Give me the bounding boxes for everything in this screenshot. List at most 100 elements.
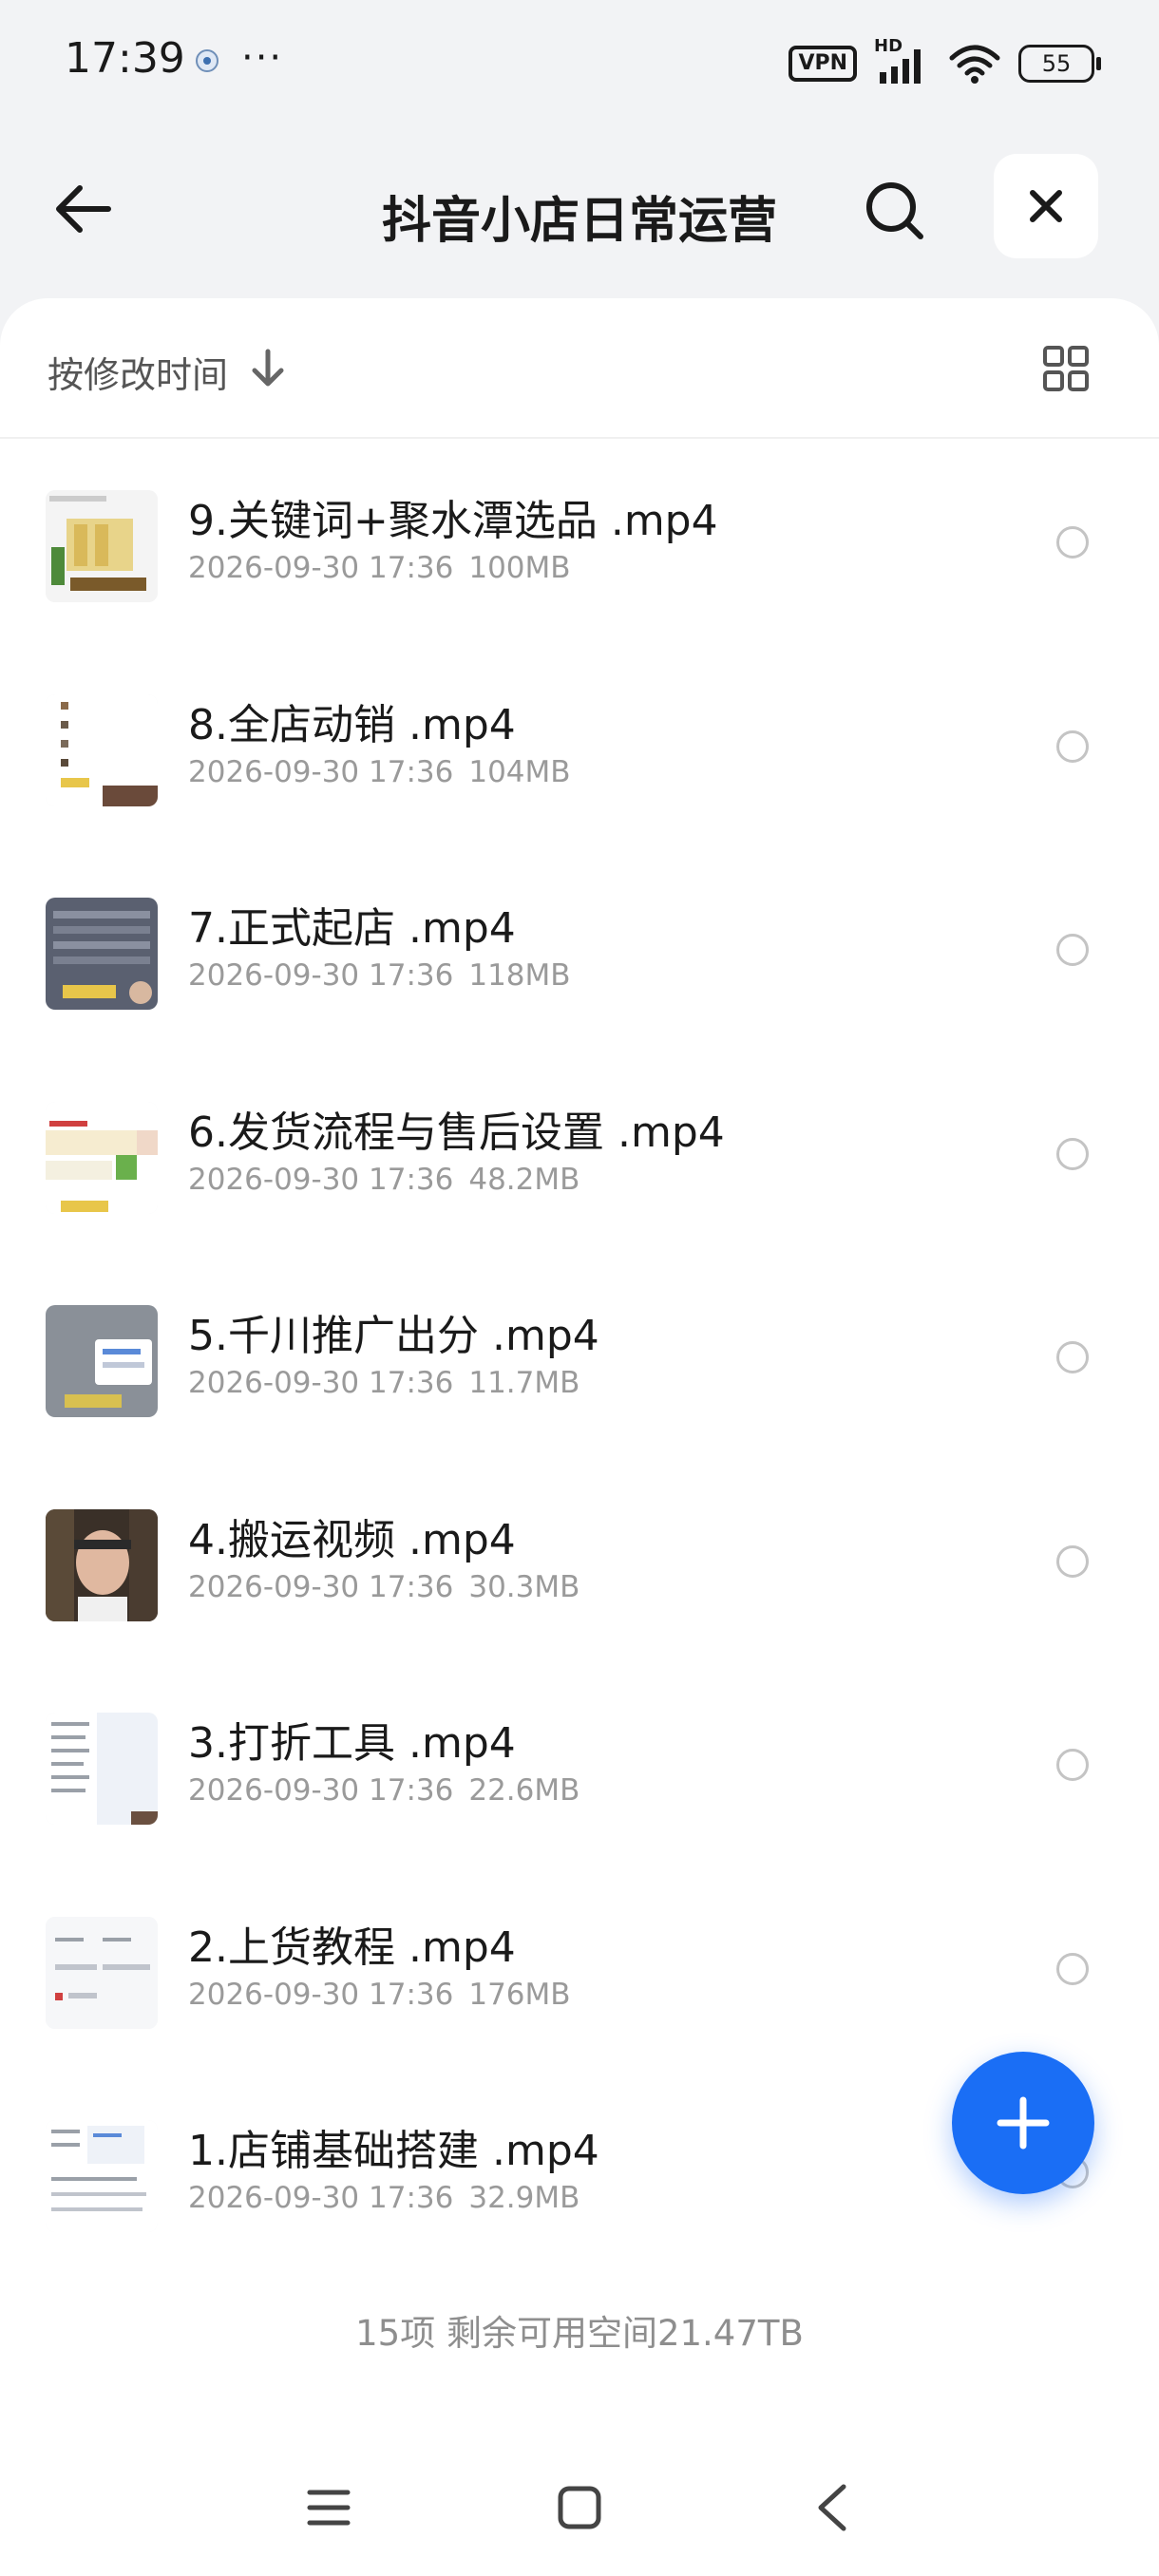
page-title: 抖音小店日常运营: [381, 193, 777, 250]
sort-toolbar: 按修改时间: [0, 298, 1159, 439]
file-list-item[interactable]: 4.搬运视频 .mp4 2026-09-30 17:36 30.3MB: [0, 1458, 1159, 1662]
more-notifications-icon: ···: [241, 36, 284, 80]
file-size: 118MB: [468, 958, 571, 993]
file-size: 22.6MB: [468, 1773, 580, 1808]
select-radio[interactable]: [1056, 1952, 1089, 1985]
file-meta: 2026-09-30 17:36 30.3MB: [188, 1570, 580, 1604]
file-date: 2026-09-30 17:36: [188, 754, 454, 789]
file-list-item[interactable]: 8.全店动销 .mp4 2026-09-30 17:36 104MB: [0, 643, 1159, 847]
video-thumbnail: [46, 2120, 158, 2232]
file-name: 1.店铺基础搭建 .mp4: [188, 2127, 599, 2175]
file-list-item[interactable]: 6.发货流程与售后设置 .mp4 2026-09-30 17:36 48.2MB: [0, 1051, 1159, 1255]
wifi-icon: [949, 45, 1000, 84]
file-date: 2026-09-30 17:36: [188, 551, 454, 585]
file-name: 8.全店动销 .mp4: [188, 700, 516, 749]
video-thumbnail-image: [46, 898, 158, 1010]
video-thumbnail-image: [46, 1101, 158, 1214]
system-back-button[interactable]: [804, 2479, 861, 2536]
file-list-item[interactable]: 2.上货教程 .mp4 2026-09-30 17:36 176MB: [0, 1866, 1159, 2070]
select-radio[interactable]: [1056, 1544, 1089, 1578]
file-name: 9.关键词+聚水潭选品 .mp4: [188, 497, 718, 545]
file-list-item[interactable]: 7.正式起店 .mp4 2026-09-30 17:36 118MB: [0, 846, 1159, 1051]
file-size: 48.2MB: [468, 1162, 580, 1197]
vpn-badge: VPN: [788, 46, 857, 82]
search-button[interactable]: [855, 171, 935, 251]
file-meta: 2026-09-30 17:36 118MB: [188, 958, 571, 993]
video-thumbnail: [46, 1916, 158, 2029]
video-thumbnail-image: [46, 1508, 158, 1621]
plus-icon: [997, 2096, 1050, 2150]
file-date: 2026-09-30 17:36: [188, 1977, 454, 2012]
file-list-item[interactable]: 9.关键词+聚水潭选品 .mp4 2026-09-30 17:36 100MB: [0, 439, 1159, 643]
search-icon: [866, 182, 923, 239]
sort-by-modified-button[interactable]: 按修改时间: [48, 346, 228, 398]
file-size: 100MB: [468, 551, 571, 585]
file-browser-card: 按修改时间 9.关键词+聚水潭选品 .mp4 2026-09-30 17:36 …: [0, 298, 1159, 2576]
file-list-item[interactable]: 5.千川推广出分 .mp4 2026-09-30 17:36 11.7MB: [0, 1254, 1159, 1458]
recent-apps-button[interactable]: [300, 2479, 357, 2536]
select-radio[interactable]: [1056, 1341, 1089, 1373]
file-meta: 2026-09-30 17:36 48.2MB: [188, 1163, 580, 1197]
video-thumbnail-image: [46, 1916, 158, 2029]
file-list-item[interactable]: 3.打折工具 .mp4 2026-09-30 17:36 22.6MB: [0, 1661, 1159, 1866]
file-date: 2026-09-30 17:36: [188, 1773, 454, 1808]
file-name: 6.发货流程与售后设置 .mp4: [188, 1108, 725, 1157]
file-name: 4.搬运视频 .mp4: [188, 1515, 516, 1564]
file-meta: 2026-09-30 17:36 22.6MB: [188, 1773, 580, 1808]
video-thumbnail: [46, 1713, 158, 1825]
home-button[interactable]: [551, 2479, 608, 2536]
file-meta: 2026-09-30 17:36 176MB: [188, 1978, 571, 2012]
storage-summary: 15项 剩余可用空间21.47TB: [355, 2313, 804, 2354]
file-meta: 2026-09-30 17:36 100MB: [188, 551, 571, 585]
file-size: 32.9MB: [468, 2181, 580, 2215]
video-thumbnail: [46, 898, 158, 1010]
file-meta: 2026-09-30 17:36 11.7MB: [188, 1366, 580, 1400]
signal-group: HD: [874, 36, 931, 85]
system-nav-bar: [0, 2434, 1159, 2576]
file-date: 2026-09-30 17:36: [188, 2181, 454, 2215]
file-date: 2026-09-30 17:36: [188, 1366, 454, 1400]
file-size: 30.3MB: [468, 1569, 580, 1604]
select-radio[interactable]: [1056, 729, 1089, 763]
video-thumbnail-image: [46, 2120, 158, 2232]
select-radio[interactable]: [1056, 526, 1089, 559]
file-list: 9.关键词+聚水潭选品 .mp4 2026-09-30 17:36 100MB 8…: [0, 439, 1159, 2273]
file-name: 7.正式起店 .mp4: [188, 904, 516, 953]
grid-view-icon[interactable]: [1041, 344, 1091, 393]
app-notification-icon: [196, 49, 218, 72]
select-radio[interactable]: [1056, 1137, 1089, 1170]
file-size: 104MB: [468, 754, 571, 789]
select-radio[interactable]: [1056, 934, 1089, 966]
video-thumbnail-image: [46, 693, 158, 806]
status-bar: 17:39 ··· VPN HD 55: [0, 0, 1159, 123]
square-icon: [558, 2486, 601, 2529]
file-size: 176MB: [468, 1977, 571, 2012]
video-thumbnail: [46, 1305, 158, 1417]
file-name: 2.上货教程 .mp4: [188, 1923, 516, 1972]
file-name: 3.打折工具 .mp4: [188, 1719, 516, 1768]
video-thumbnail-image: [46, 490, 158, 602]
arrow-down-icon[interactable]: [249, 348, 287, 389]
close-icon: [1030, 190, 1062, 222]
video-thumbnail-image: [46, 1305, 158, 1417]
menu-icon: [307, 2490, 351, 2526]
status-indicators: VPN HD 55: [788, 36, 1101, 87]
video-thumbnail: [46, 490, 158, 602]
battery-indicator: 55: [1018, 45, 1101, 83]
file-name: 5.千川推广出分 .mp4: [188, 1312, 599, 1360]
add-button[interactable]: [952, 2052, 1094, 2194]
file-date: 2026-09-30 17:36: [188, 958, 454, 993]
file-meta: 2026-09-30 17:36 104MB: [188, 755, 571, 789]
signal-icon: [880, 49, 921, 84]
video-thumbnail: [46, 1101, 158, 1214]
video-thumbnail: [46, 693, 158, 806]
status-time: 17:39: [65, 34, 185, 83]
title-bar: 抖音小店日常运营: [0, 123, 1159, 294]
chevron-left-icon: [818, 2484, 846, 2531]
close-button[interactable]: [994, 154, 1098, 258]
file-size: 11.7MB: [468, 1366, 580, 1400]
video-thumbnail: [46, 1508, 158, 1621]
select-radio[interactable]: [1056, 1749, 1089, 1781]
file-date: 2026-09-30 17:36: [188, 1569, 454, 1604]
file-meta: 2026-09-30 17:36 32.9MB: [188, 2181, 580, 2215]
